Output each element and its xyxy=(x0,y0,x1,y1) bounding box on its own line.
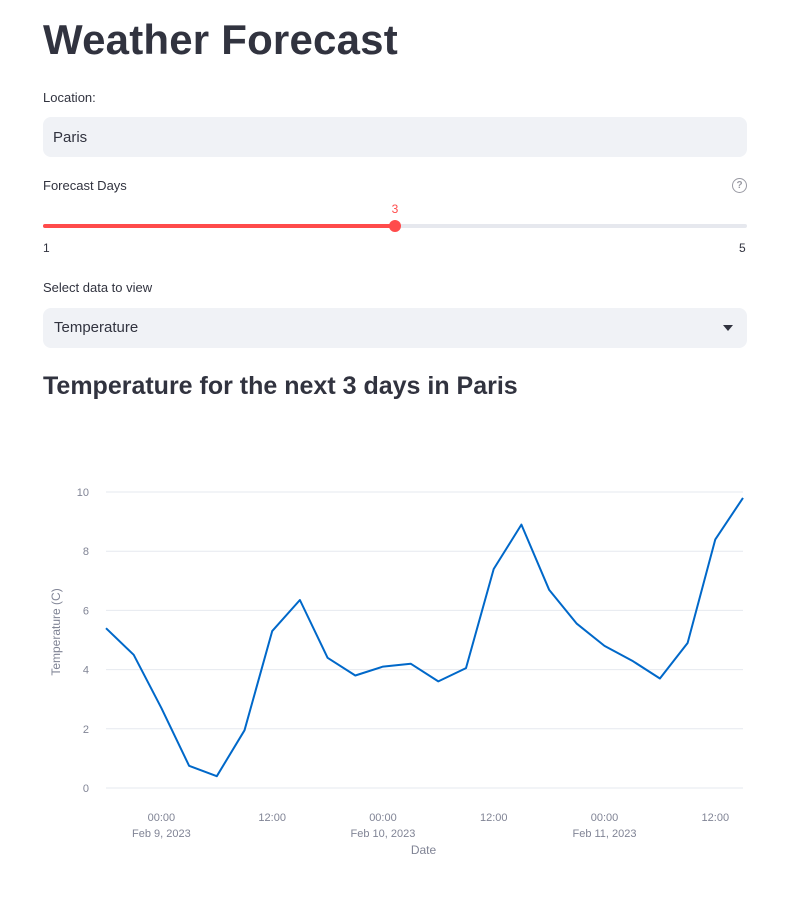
temperature-chart[interactable]: 0 2 4 6 8 10 00:00 Feb 9, 2023 12:00 00:00 Feb 10,… xyxy=(0,440,796,870)
x-tick-date-label: Feb 9, 2023 xyxy=(132,828,191,840)
data-select-label: Select data to view xyxy=(43,280,153,295)
location-label: Location: xyxy=(43,90,96,105)
x-tick-label: 12:00 xyxy=(258,812,286,824)
y-tick-label: 8 xyxy=(83,546,89,558)
y-tick-label: 2 xyxy=(83,724,89,736)
question-circle-icon[interactable]: ? xyxy=(732,178,747,193)
data-select-value: Temperature xyxy=(54,319,139,336)
x-tick-label: 12:00 xyxy=(480,812,508,824)
app-page: Weather Forecast Location: Forecast Days… xyxy=(0,0,796,898)
y-tick-label: 10 xyxy=(77,487,89,499)
y-axis-title: Temperature (C) xyxy=(49,588,63,675)
slider-current-value: 3 xyxy=(391,202,399,216)
slider-fill xyxy=(43,224,395,228)
x-tick-label: 00:00 xyxy=(148,812,176,824)
temperature-series-line xyxy=(105,497,744,778)
slider-thumb[interactable] xyxy=(389,220,401,232)
x-tick-date-label: Feb 10, 2023 xyxy=(351,828,416,840)
x-axis-title: Date xyxy=(411,843,437,857)
page-title: Weather Forecast xyxy=(43,16,398,63)
x-tick-date-label: Feb 11, 2023 xyxy=(573,828,637,840)
chevron-down-icon xyxy=(723,325,733,331)
slider-min-label: 1 xyxy=(43,241,50,255)
y-tick-label: 0 xyxy=(83,783,89,795)
y-tick-label: 4 xyxy=(83,665,89,677)
x-tick-label: 00:00 xyxy=(591,812,619,824)
chart-heading: Temperature for the next 3 days in Paris xyxy=(43,372,518,400)
x-tick-label: 00:00 xyxy=(369,812,397,824)
x-tick-label: 12:00 xyxy=(702,812,730,824)
forecast-days-label: Forecast Days xyxy=(43,178,127,193)
y-tick-label: 6 xyxy=(83,605,89,617)
data-select[interactable]: Temperature xyxy=(43,308,747,348)
slider-max-label: 5 xyxy=(739,241,746,255)
forecast-days-slider[interactable] xyxy=(43,216,747,236)
location-input[interactable] xyxy=(43,117,747,157)
